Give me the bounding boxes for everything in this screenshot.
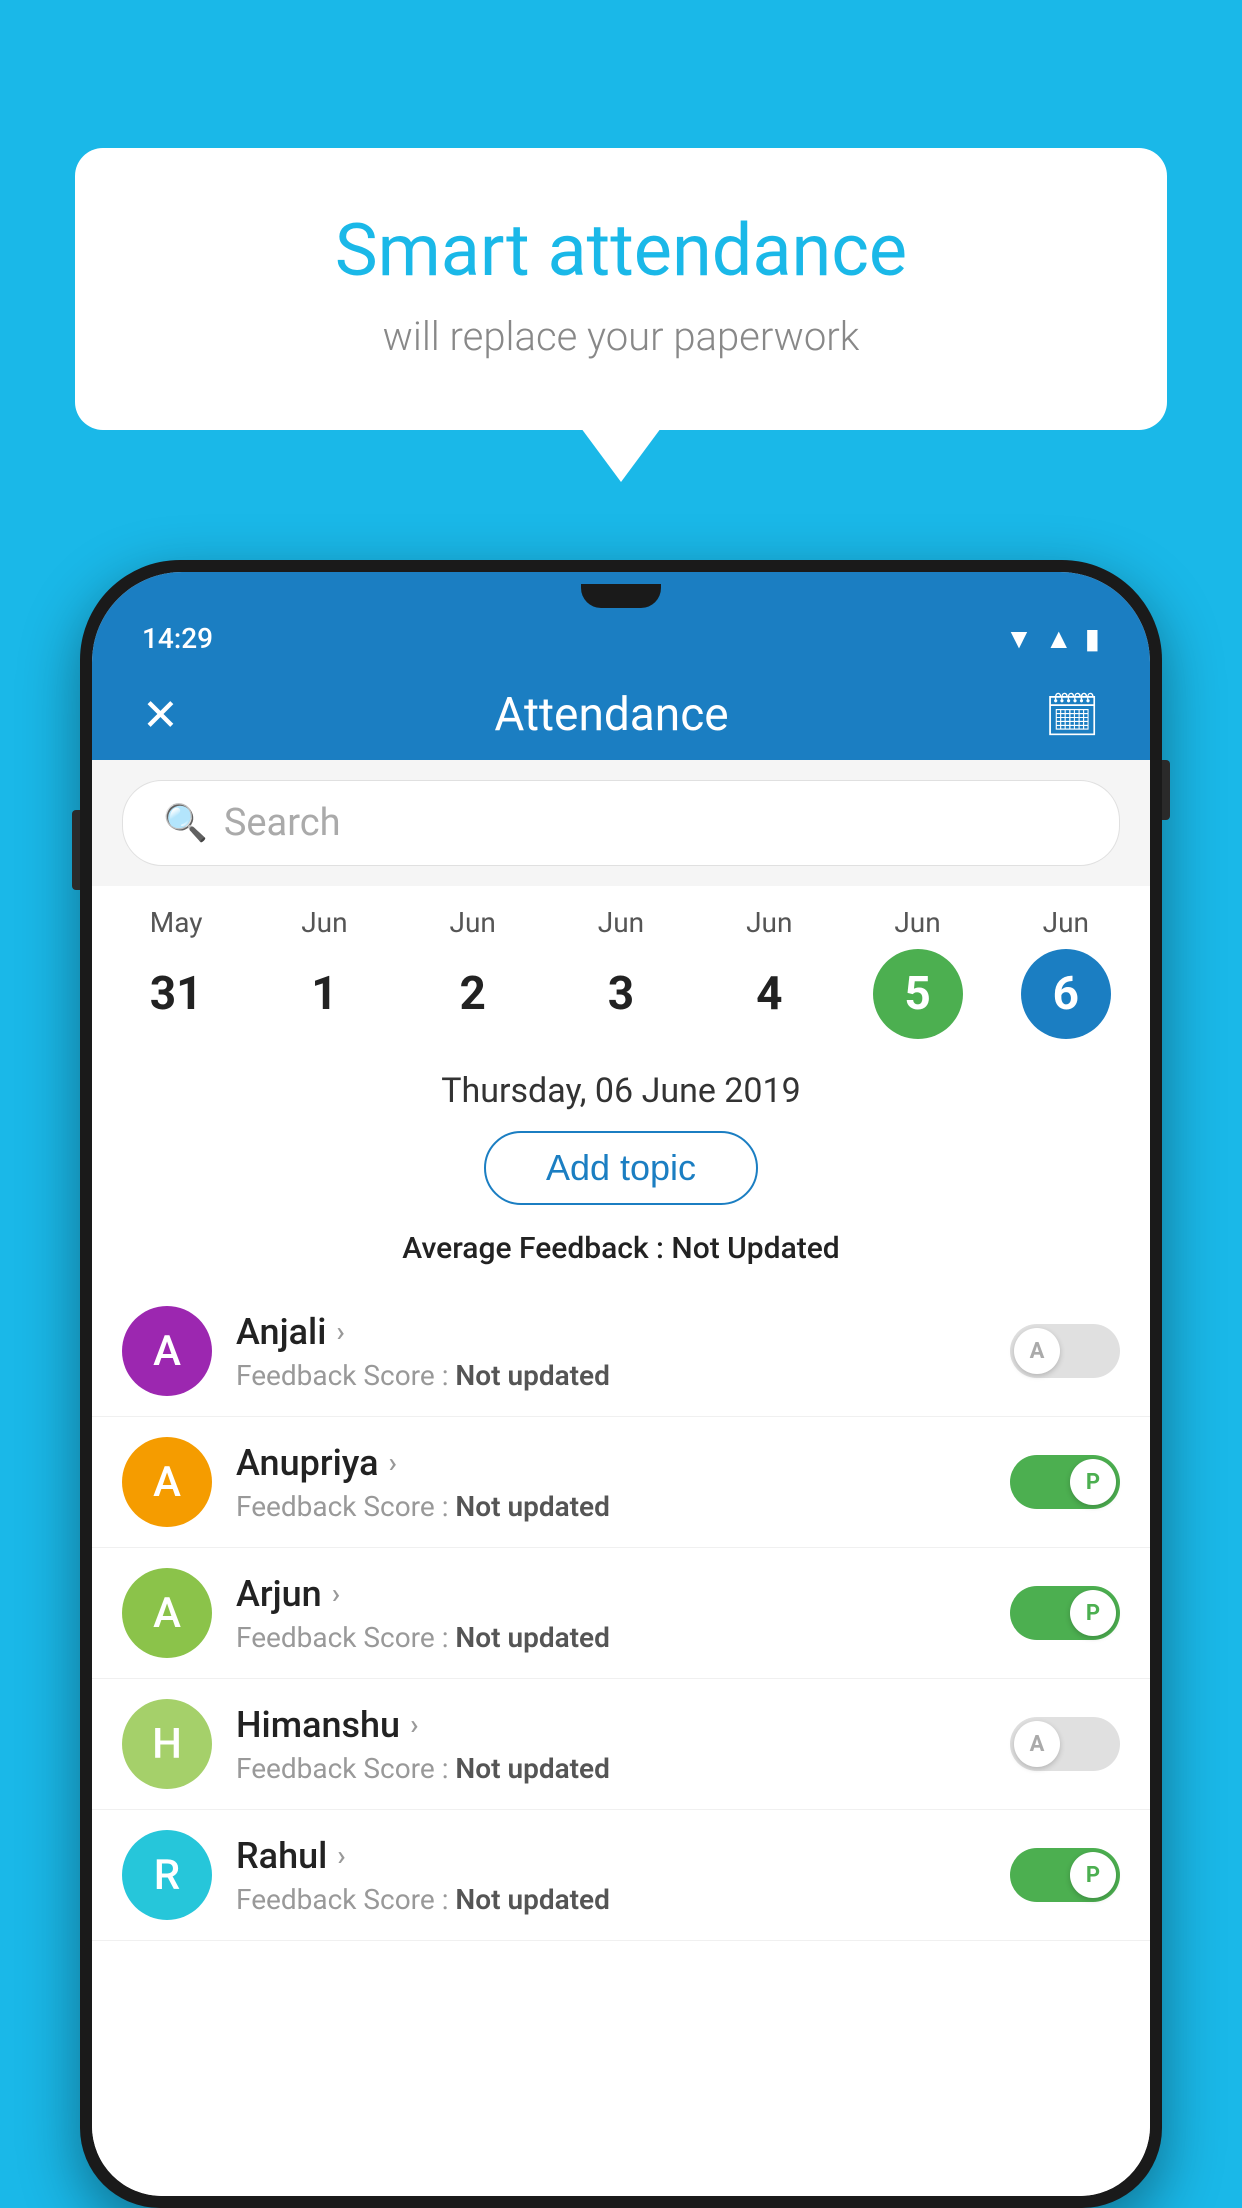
calendar-day[interactable]: Jun 3 (551, 906, 691, 1039)
avg-feedback-value: Not Updated (671, 1231, 839, 1266)
toggle-knob: P (1070, 1590, 1116, 1636)
cal-date-number: 31 (131, 949, 221, 1039)
toggle-switch[interactable]: P (1010, 1848, 1120, 1902)
attendance-toggle[interactable]: A (1010, 1717, 1120, 1771)
search-placeholder: Search (224, 801, 341, 845)
calendar-icon[interactable]: 🗓 (1044, 689, 1100, 741)
toggle-switch[interactable]: P (1010, 1455, 1120, 1509)
calendar-day[interactable]: Jun 4 (699, 906, 839, 1039)
toggle-switch[interactable]: P (1010, 1586, 1120, 1640)
feedback-score: Feedback Score : Not updated (236, 1490, 986, 1523)
student-row[interactable]: A Anupriya › Feedback Score : Not updated P (92, 1417, 1150, 1548)
cal-date-number: 3 (576, 949, 666, 1039)
chevron-icon: › (332, 1577, 340, 1610)
search-icon: 🔍 (163, 802, 208, 844)
app-title: Attendance (494, 688, 728, 742)
feedback-score: Feedback Score : Not updated (236, 1621, 986, 1654)
wifi-icon: ▼ (1005, 622, 1033, 655)
avatar: R (122, 1830, 212, 1920)
student-name: Anupriya › (236, 1442, 986, 1484)
phone-frame: 14:29 ▼ ▲ ▮ ✕ Attendance 🗓 🔍 Search May 3… (80, 560, 1162, 2208)
student-name: Arjun › (236, 1573, 986, 1615)
calendar-day[interactable]: Jun 1 (254, 906, 394, 1039)
student-row[interactable]: A Anjali › Feedback Score : Not updated A (92, 1286, 1150, 1417)
bubble-subtitle: will replace your paperwork (135, 313, 1107, 360)
status-time: 14:29 (142, 622, 213, 655)
avg-feedback: Average Feedback : Not Updated (92, 1221, 1150, 1286)
toggle-switch[interactable]: A (1010, 1717, 1120, 1771)
calendar-day[interactable]: May 31 (106, 906, 246, 1039)
add-topic-container: Add topic (92, 1121, 1150, 1221)
feedback-score: Feedback Score : Not updated (236, 1883, 986, 1916)
chevron-icon: › (336, 1315, 344, 1348)
chevron-icon: › (389, 1446, 397, 1479)
cal-month-label: Jun (301, 906, 347, 939)
student-name: Rahul › (236, 1835, 986, 1877)
feedback-score: Feedback Score : Not updated (236, 1359, 986, 1392)
cal-date-number: 2 (428, 949, 518, 1039)
toggle-knob: P (1070, 1852, 1116, 1898)
cal-date-number: 4 (724, 949, 814, 1039)
bubble-title: Smart attendance (135, 208, 1107, 293)
avatar: A (122, 1568, 212, 1658)
search-container: 🔍 Search (92, 760, 1150, 886)
cal-month-label: Jun (1043, 906, 1089, 939)
speech-bubble: Smart attendance will replace your paper… (75, 148, 1167, 430)
status-icons: ▼ ▲ ▮ (1005, 622, 1100, 655)
cal-date-number: 1 (279, 949, 369, 1039)
add-topic-button[interactable]: Add topic (484, 1131, 758, 1205)
selected-date-label: Thursday, 06 June 2019 (92, 1049, 1150, 1121)
battery-icon: ▮ (1085, 622, 1100, 655)
calendar-day[interactable]: Jun 6 (996, 906, 1136, 1039)
avg-feedback-label: Average Feedback : (402, 1231, 671, 1266)
student-info: Rahul › Feedback Score : Not updated (236, 1835, 986, 1916)
cal-month-label: Jun (894, 906, 940, 939)
cal-month-label: Jun (746, 906, 792, 939)
toggle-switch[interactable]: A (1010, 1324, 1120, 1378)
cal-month-label: Jun (598, 906, 644, 939)
status-bar: 14:29 ▼ ▲ ▮ (92, 600, 1150, 670)
phone-side-button-left (72, 810, 80, 890)
search-bar[interactable]: 🔍 Search (122, 780, 1120, 866)
app-header: ✕ Attendance 🗓 (92, 670, 1150, 760)
feedback-score: Feedback Score : Not updated (236, 1752, 986, 1785)
cal-month-label: Jun (450, 906, 496, 939)
student-row[interactable]: R Rahul › Feedback Score : Not updated P (92, 1810, 1150, 1941)
phone-side-button-right (1162, 760, 1170, 820)
attendance-toggle[interactable]: A (1010, 1324, 1120, 1378)
signal-icon: ▲ (1045, 622, 1073, 655)
phone-screen: 14:29 ▼ ▲ ▮ ✕ Attendance 🗓 🔍 Search May 3… (92, 572, 1150, 2196)
cal-date-number: 5 (873, 949, 963, 1039)
student-row[interactable]: A Arjun › Feedback Score : Not updated P (92, 1548, 1150, 1679)
chevron-icon: › (337, 1839, 345, 1872)
calendar-day[interactable]: Jun 5 (848, 906, 988, 1039)
calendar-strip: May 31 Jun 1 Jun 2 Jun 3 Jun 4 Jun 5 Jun 6 (92, 886, 1150, 1049)
students-list: AAnjali ›Feedback Score : Not updatedAAA… (92, 1286, 1150, 2196)
attendance-toggle[interactable]: P (1010, 1586, 1120, 1640)
cal-date-number: 6 (1021, 949, 1111, 1039)
student-info: Arjun › Feedback Score : Not updated (236, 1573, 986, 1654)
avatar: A (122, 1306, 212, 1396)
student-row[interactable]: H Himanshu › Feedback Score : Not updated A (92, 1679, 1150, 1810)
attendance-toggle[interactable]: P (1010, 1455, 1120, 1509)
avatar: H (122, 1699, 212, 1789)
attendance-toggle[interactable]: P (1010, 1848, 1120, 1902)
avatar: A (122, 1437, 212, 1527)
student-name: Himanshu › (236, 1704, 986, 1746)
student-info: Himanshu › Feedback Score : Not updated (236, 1704, 986, 1785)
student-name: Anjali › (236, 1311, 986, 1353)
calendar-day[interactable]: Jun 2 (403, 906, 543, 1039)
cal-month-label: May (150, 906, 203, 939)
toggle-knob: A (1014, 1328, 1060, 1374)
toggle-knob: A (1014, 1721, 1060, 1767)
student-info: Anupriya › Feedback Score : Not updated (236, 1442, 986, 1523)
phone-notch (581, 584, 661, 608)
chevron-icon: › (410, 1708, 418, 1741)
student-info: Anjali › Feedback Score : Not updated (236, 1311, 986, 1392)
close-button[interactable]: ✕ (142, 689, 179, 741)
toggle-knob: P (1070, 1459, 1116, 1505)
